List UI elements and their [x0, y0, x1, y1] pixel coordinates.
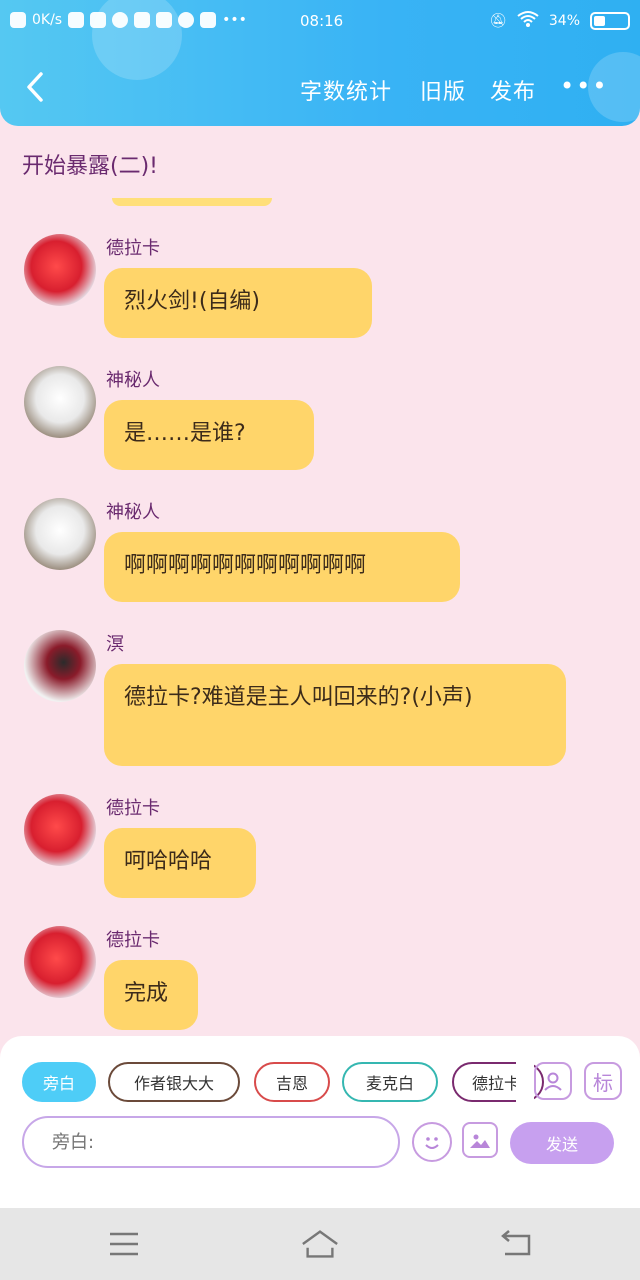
battery-percent: 34% [548, 13, 580, 29]
sender-name: 神秘人 [106, 502, 160, 523]
role-chip-macbeth[interactable]: 麦克白 [342, 1062, 438, 1102]
message-bubble[interactable]: 完成 [104, 960, 198, 1030]
status-left: 0K/s ••• [10, 12, 247, 28]
role-chip-narrator[interactable]: 旁白 [22, 1062, 96, 1102]
wifi-icon [517, 10, 539, 32]
send-button[interactable]: 发送 [510, 1122, 614, 1164]
crown-icon [156, 12, 173, 28]
back-button[interactable] [18, 70, 52, 104]
battery-icon [590, 12, 630, 30]
message-bubble[interactable]: 是……是谁? [104, 400, 314, 470]
previous-bubble-edge [112, 198, 272, 206]
message-bubble[interactable]: 啊啊啊啊啊啊啊啊啊啊啊 [104, 532, 460, 602]
message-bubble[interactable]: 德拉卡?难道是主人叫回来的?(小声) [104, 664, 566, 766]
word-count-button[interactable]: 字数统计 [300, 74, 392, 106]
sender-name: 德拉卡 [106, 798, 160, 819]
dragon-avatar[interactable] [24, 234, 96, 306]
video-icon [90, 12, 107, 28]
message-input[interactable] [22, 1116, 400, 1168]
chapter-title: 开始暴露(二)! [22, 154, 158, 179]
role-chip-gien[interactable]: 吉恩 [254, 1062, 330, 1102]
old-version-button[interactable]: 旧版 [420, 74, 466, 106]
publish-button[interactable]: 发布 [490, 74, 536, 106]
more-notifications-icon: ••• [222, 12, 247, 28]
fan-icon [134, 12, 151, 28]
battery-fill [594, 16, 605, 26]
sender-name: 德拉卡 [106, 238, 160, 259]
dog-avatar[interactable] [24, 366, 96, 438]
system-nav-bar [0, 1208, 640, 1280]
smile-icon[interactable] [412, 1122, 452, 1162]
tag-button[interactable]: 标 [584, 1062, 622, 1100]
more-button[interactable]: ••• [560, 72, 608, 100]
return-icon[interactable] [496, 1226, 536, 1262]
person-icon[interactable] [534, 1062, 572, 1100]
message-bubble[interactable]: 烈火剑!(自编) [104, 268, 372, 338]
composer-panel: 旁白 作者银大大 吉恩 麦克白 德拉卡 标 发送 [0, 1036, 640, 1208]
sender-name: 德拉卡 [106, 930, 160, 951]
dragon-avatar[interactable] [24, 794, 96, 866]
storage-icon [200, 12, 217, 28]
sender-name: 神秘人 [106, 370, 160, 391]
sender-name: 溟 [106, 634, 124, 655]
menu-icon[interactable] [104, 1226, 144, 1262]
dog-avatar[interactable] [24, 498, 96, 570]
chips-scroll-edge [516, 1062, 534, 1102]
message-bubble[interactable]: 呵哈哈哈 [104, 828, 256, 898]
status-bar: 0K/s ••• 08:16 🔕︎ 34% [0, 0, 640, 42]
app-header: 字数统计 旧版 发布 ••• [0, 52, 640, 122]
message-icon [68, 12, 85, 28]
chevron-left-icon [27, 72, 43, 102]
app-icon [112, 12, 129, 28]
network-speed: 0K/s [32, 12, 63, 28]
top-bar: 0K/s ••• 08:16 🔕︎ 34% 字数统计 旧版 发布 ••• [0, 0, 640, 126]
status-right: 🔕︎ 34% [489, 10, 630, 32]
close-notification-icon [10, 12, 26, 28]
home-icon[interactable] [300, 1226, 340, 1262]
clock: 08:16 [300, 12, 344, 30]
anime-avatar[interactable] [24, 630, 96, 702]
role-chip-author[interactable]: 作者银大大 [108, 1062, 240, 1102]
dragon-avatar[interactable] [24, 926, 96, 998]
check-icon [178, 12, 195, 28]
mute-icon: 🔕︎ [489, 13, 507, 29]
image-icon[interactable] [462, 1122, 498, 1158]
